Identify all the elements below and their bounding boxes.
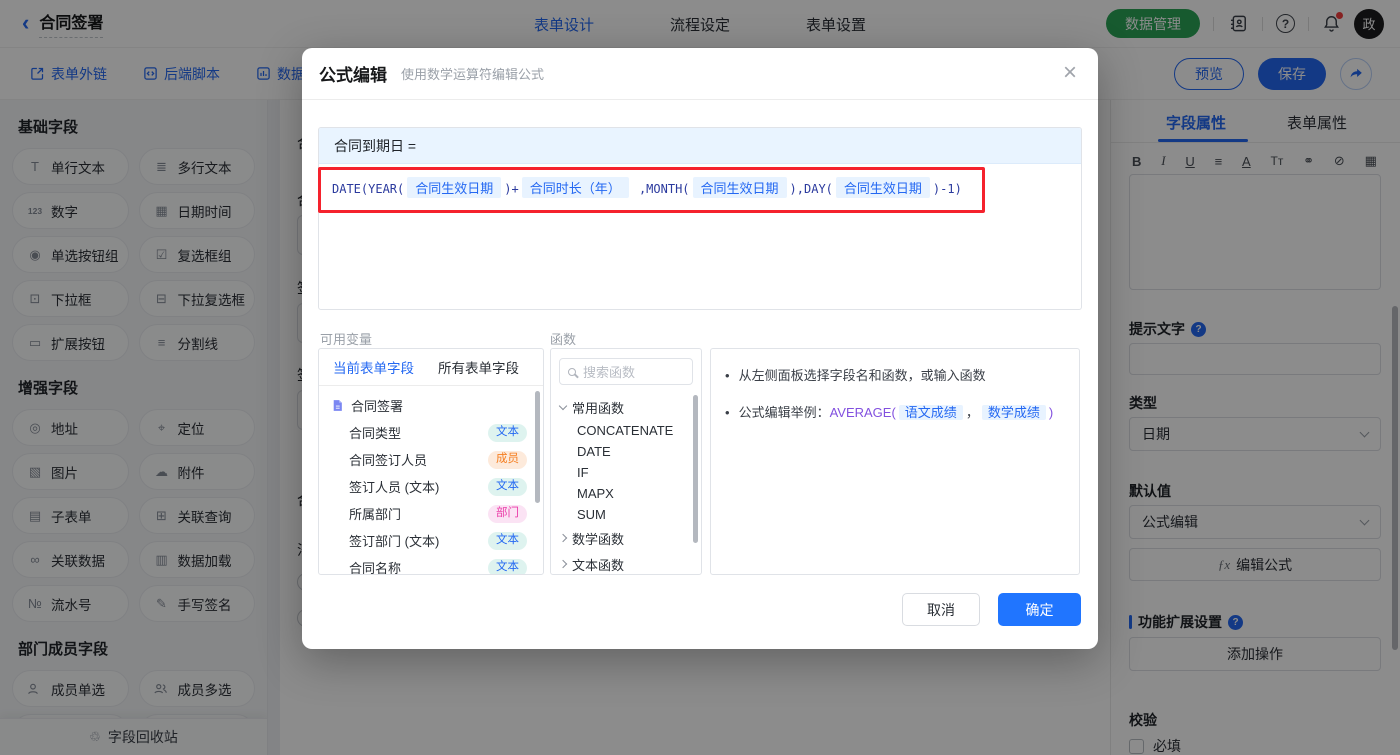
- function-group-math[interactable]: 数学函数: [551, 525, 701, 551]
- function-item[interactable]: CONCATENATE: [551, 420, 701, 441]
- formula-code: ,MONTH(: [631, 182, 690, 196]
- function-item[interactable]: SUM: [551, 504, 701, 525]
- example-token: 语文成绩: [898, 405, 963, 421]
- bullet: •: [725, 368, 730, 383]
- example-token: 数学成绩: [981, 405, 1046, 421]
- bullet: •: [725, 405, 730, 421]
- form-name: 合同签署: [351, 399, 404, 414]
- form-tree-root[interactable]: 合同签署: [319, 392, 543, 419]
- formula-tips-panel: • 从左侧面板选择字段名和函数，或输入函数 • 公式编辑举例：AVERAGE(语…: [710, 348, 1080, 575]
- variables-label: 可用变量: [320, 332, 373, 347]
- function-group-text[interactable]: 文本函数: [551, 551, 701, 574]
- field-type-badge: 文本: [488, 477, 527, 496]
- function-group-common[interactable]: 常用函数: [551, 394, 701, 420]
- formula-code: ),DAY(: [789, 182, 833, 196]
- form-file-icon: [333, 400, 342, 411]
- field-token[interactable]: 合同生效日期: [835, 177, 930, 198]
- field-token[interactable]: 合同时长（年）: [521, 177, 629, 198]
- formula-editor-modal: 公式编辑 使用数学运算符编辑公式 × 合同到期日 = DATE(YEAR(合同生…: [302, 48, 1098, 649]
- functions-panel: 搜索函数 常用函数 CONCATENATE DATE IF MAPX SUM 数…: [550, 348, 702, 575]
- tip-line-2: 公式编辑举例：AVERAGE(语文成绩，数学成绩): [738, 405, 1054, 421]
- field-token[interactable]: 合同生效日期: [407, 177, 502, 198]
- field-name: 签订人员 (文本): [349, 480, 440, 495]
- search-icon: [568, 367, 576, 376]
- variables-scrollbar[interactable]: [535, 391, 540, 503]
- variable-field-row[interactable]: 合同类型 文本: [319, 419, 543, 446]
- chevron-down-icon: [558, 401, 568, 410]
- formula-editor-box: 合同到期日 = DATE(YEAR(合同生效日期)+ 合同时长（年） ,MONTH…: [318, 127, 1082, 310]
- tab-current-form-fields[interactable]: 当前表单字段: [333, 357, 414, 377]
- tab-all-form-fields[interactable]: 所有表单字段: [438, 357, 519, 377]
- formula-code: DATE(YEAR(: [332, 182, 405, 196]
- modal-title: 公式编辑: [319, 66, 387, 85]
- example-function: AVERAGE(: [829, 405, 896, 421]
- field-type-badge: 成员: [488, 450, 527, 469]
- tip-line-1: 从左侧面板选择字段名和函数，或输入函数: [738, 368, 986, 383]
- formula-code: )-1): [932, 182, 962, 196]
- confirm-button[interactable]: 确定: [998, 593, 1081, 626]
- function-item[interactable]: DATE: [551, 441, 701, 462]
- function-item[interactable]: MAPX: [551, 483, 701, 504]
- field-token[interactable]: 合同生效日期: [692, 177, 787, 198]
- field-name: 所属部门: [349, 507, 402, 522]
- field-type-badge: 文本: [488, 423, 527, 442]
- variable-field-row[interactable]: 所属部门 部门: [319, 500, 543, 527]
- functions-label: 函数: [550, 332, 577, 347]
- close-icon[interactable]: ×: [1063, 61, 1077, 85]
- variable-field-row[interactable]: 合同签订人员 成员: [319, 446, 543, 473]
- variable-field-row[interactable]: 合同名称 文本: [319, 554, 543, 575]
- field-name: 合同名称: [349, 561, 402, 575]
- cancel-button[interactable]: 取消: [902, 593, 980, 626]
- function-item[interactable]: IF: [551, 462, 701, 483]
- search-placeholder: 搜索函数: [583, 365, 636, 380]
- functions-scrollbar[interactable]: [693, 395, 698, 543]
- function-search-input[interactable]: 搜索函数: [559, 358, 693, 385]
- formula-input-area[interactable]: DATE(YEAR(合同生效日期)+ 合同时长（年） ,MONTH(合同生效日期)…: [319, 164, 1081, 211]
- variable-field-row[interactable]: 签订部门 (文本) 文本: [319, 527, 543, 554]
- chevron-right-icon: [558, 533, 568, 543]
- field-name: 合同类型: [349, 426, 402, 441]
- modal-subtitle: 使用数学运算符编辑公式: [401, 67, 545, 82]
- variable-field-row[interactable]: 签订人员 (文本) 文本: [319, 473, 543, 500]
- field-type-badge: 部门: [488, 504, 527, 523]
- formula-target: 合同到期日 =: [319, 128, 1081, 164]
- field-name: 签订部门 (文本): [349, 534, 440, 549]
- field-type-badge: 文本: [488, 558, 527, 574]
- field-type-badge: 文本: [488, 531, 527, 550]
- field-name: 合同签订人员: [349, 453, 428, 468]
- variables-panel: 当前表单字段 所有表单字段 合同签署 合同类型 文本 合同签订人员 成员 签订人员 …: [318, 348, 544, 575]
- chevron-right-icon: [558, 559, 568, 569]
- formula-code: )+: [504, 182, 519, 196]
